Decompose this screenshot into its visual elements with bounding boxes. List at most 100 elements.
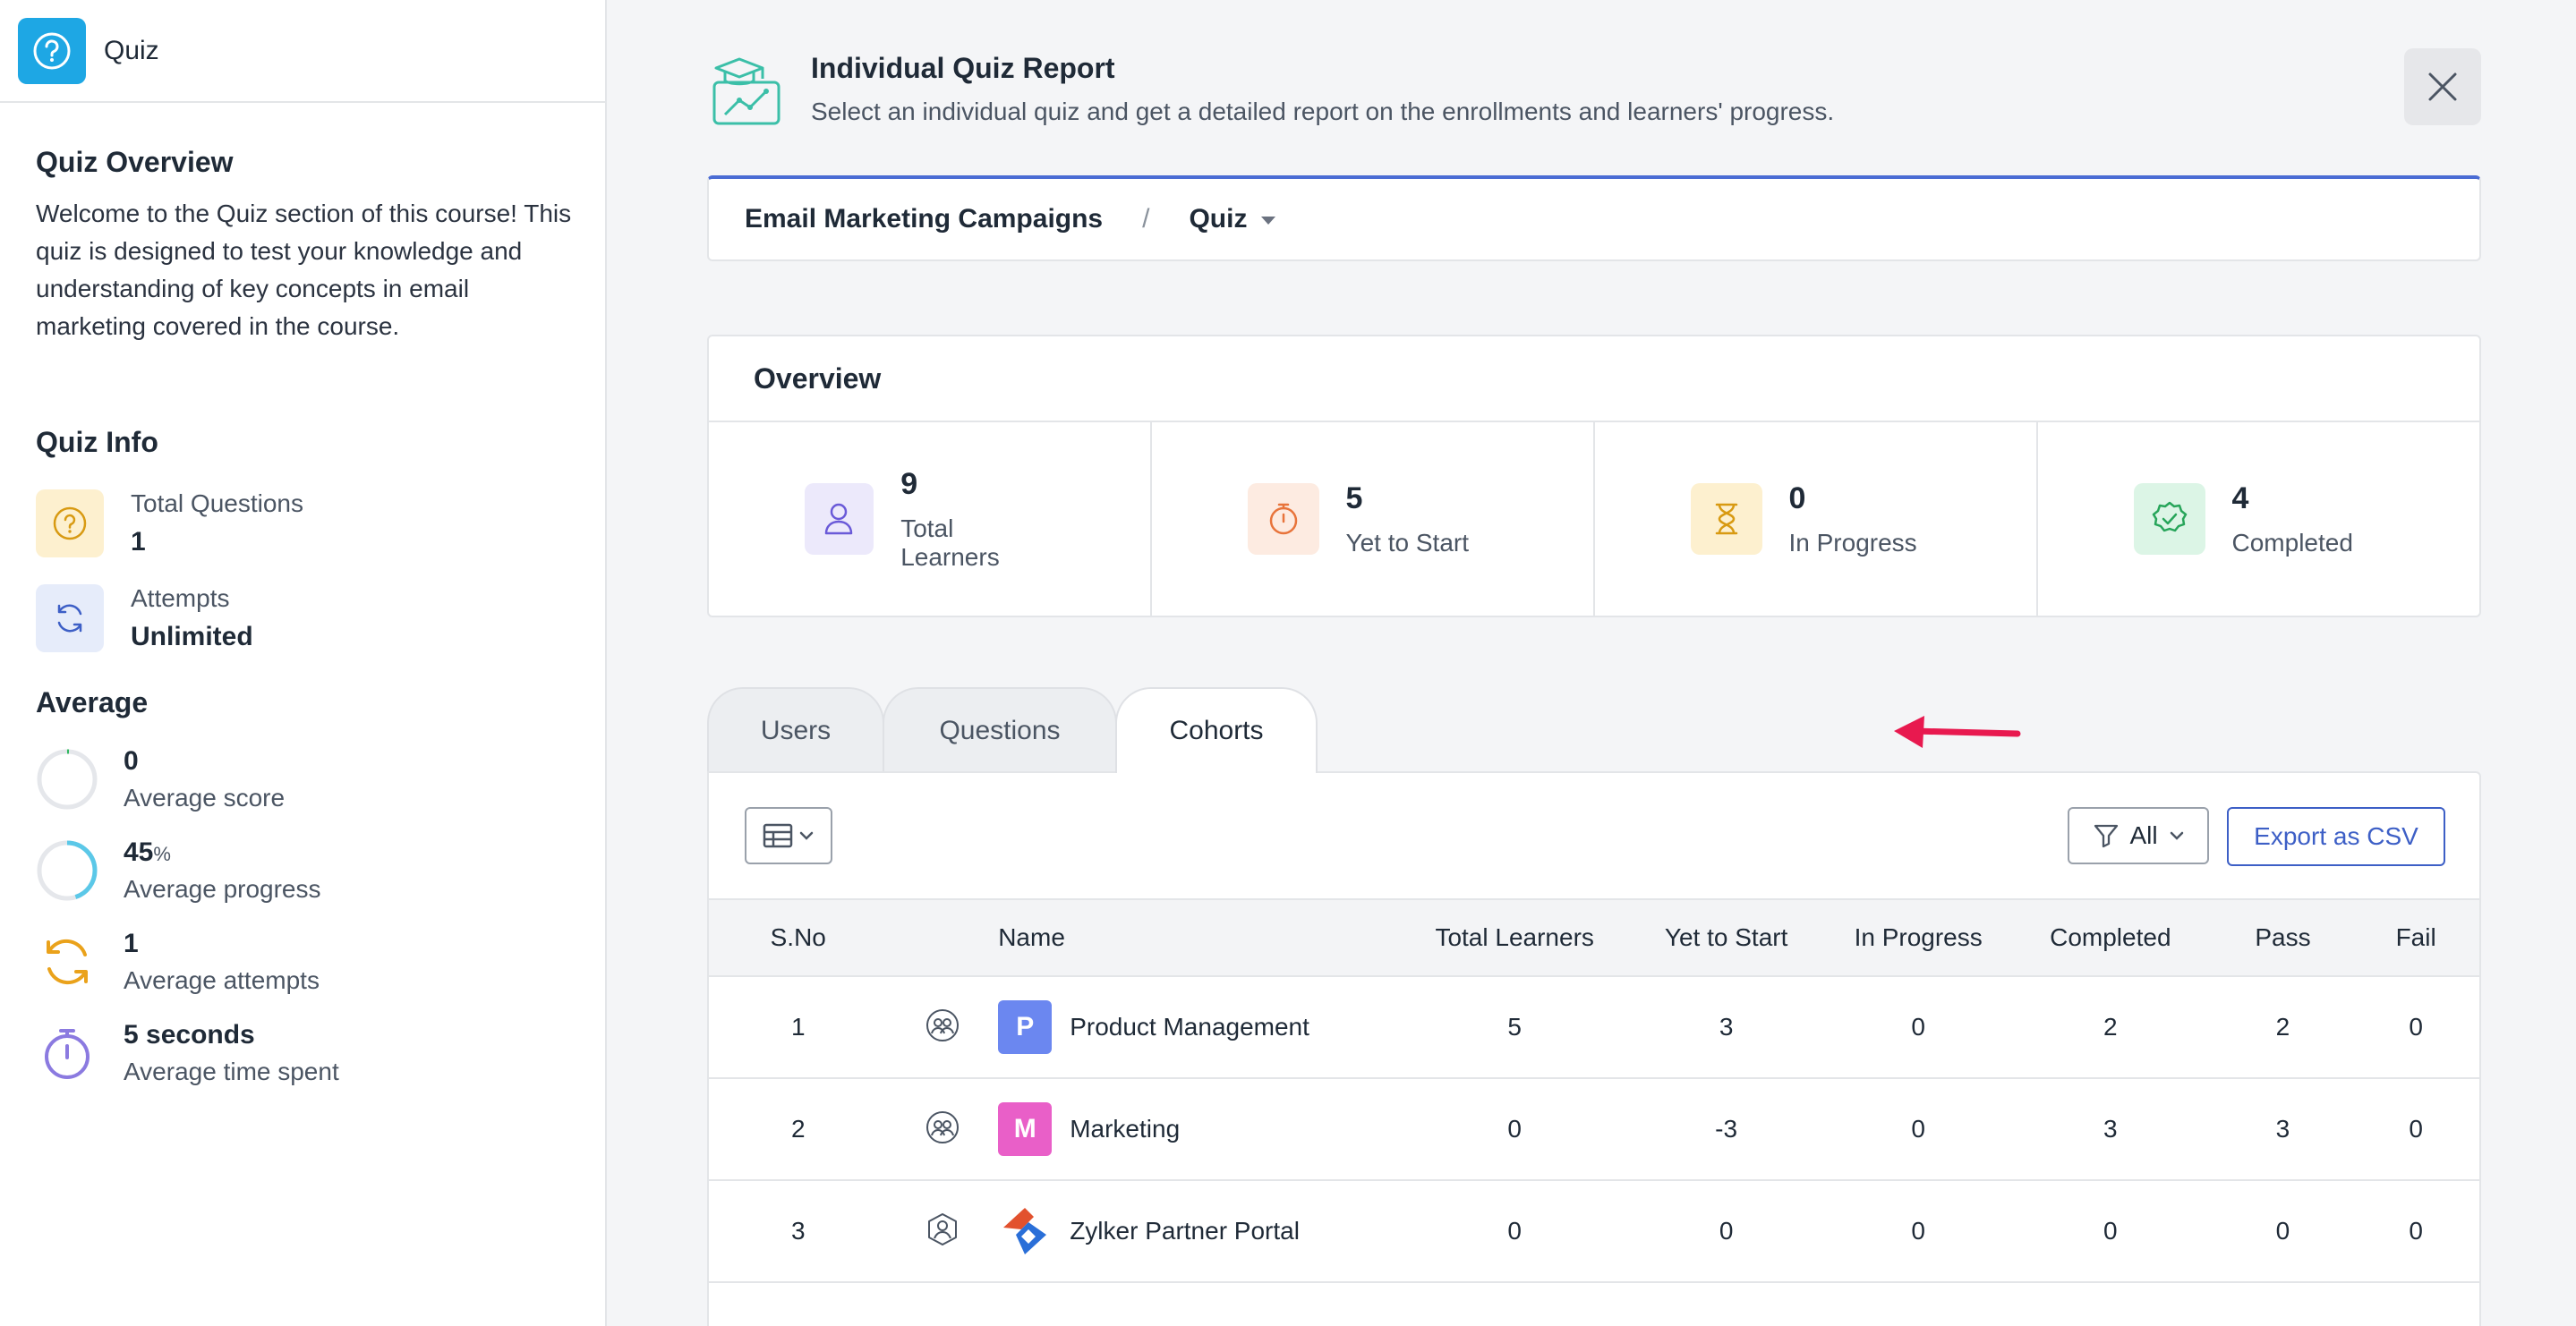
- cell-type: [887, 976, 999, 1079]
- export-csv-button[interactable]: Export as CSV: [2227, 807, 2445, 866]
- overview-title: Overview: [709, 336, 2479, 422]
- breadcrumb-current: Quiz: [1189, 204, 1248, 234]
- badge-check-icon: [2133, 483, 2205, 555]
- report-subtitle: Select an individual quiz and get a deta…: [811, 98, 1835, 125]
- table-row[interactable]: 2 M Marketing 0 -3 0 3 3 0: [709, 1078, 2479, 1181]
- average-time-spent: 5 seconds Average time spent: [36, 1020, 569, 1086]
- stat-value: 9: [900, 466, 918, 501]
- score-ring-icon: [36, 748, 98, 811]
- cohort-name[interactable]: Product Management: [1070, 1013, 1309, 1041]
- filter-dropdown[interactable]: All: [2068, 807, 2209, 864]
- main-panel: Individual Quiz Report Select an individ…: [609, 0, 2576, 1326]
- group-icon: [923, 1006, 962, 1045]
- stat-completed: 4 Completed: [2038, 422, 2479, 616]
- cell-yet-to-start: 0: [1623, 1180, 1830, 1283]
- cohorts-table-card: All Export as CSV S.No Name Total Learne…: [707, 771, 2481, 1326]
- cell-yet-to-start: 3: [1623, 976, 1830, 1079]
- cell-name: M Marketing: [998, 1078, 1406, 1181]
- cell-total-learners: 0: [1405, 1180, 1624, 1283]
- stat-label: Total Learners: [900, 514, 1000, 571]
- cell-total-learners: 0: [1405, 1078, 1624, 1181]
- cell-name: P Product Management: [998, 976, 1406, 1079]
- stopwatch-icon: [36, 1022, 98, 1084]
- cohort-name[interactable]: Marketing: [1070, 1115, 1180, 1143]
- quiz-overview-title: Quiz Overview: [36, 146, 234, 178]
- avg-label: Average progress: [124, 875, 321, 903]
- quiz-overview-description: Welcome to the Quiz section of this cour…: [36, 200, 572, 340]
- cohort-avatar: M: [998, 1102, 1053, 1156]
- close-button[interactable]: [2404, 48, 2481, 125]
- filter-icon: [2094, 824, 2119, 848]
- chevron-down-icon: [2170, 831, 2183, 840]
- info-total-questions: Total Questions 1: [36, 489, 569, 557]
- quiz-app-icon: [18, 17, 86, 84]
- close-icon: [2428, 72, 2457, 101]
- avg-label: Average score: [124, 784, 286, 812]
- breadcrumb-separator: /: [1142, 204, 1150, 234]
- col-sno: S.No: [709, 898, 888, 977]
- breadcrumb-quiz-dropdown[interactable]: Quiz: [1189, 204, 1276, 234]
- stat-yet-to-start: 5 Yet to Start: [1152, 422, 1595, 616]
- cell-in-progress: 0: [1829, 1078, 2008, 1181]
- cell-pass: 2: [2213, 976, 2353, 1079]
- avg-value: 45: [124, 837, 154, 867]
- table-toolbar: All Export as CSV: [709, 773, 2479, 898]
- progress-ring-icon: [36, 839, 98, 902]
- sidebar-header: Quiz: [0, 0, 605, 103]
- avg-label: Average time spent: [124, 1058, 339, 1085]
- average-progress: 45% Average progress: [36, 837, 569, 904]
- breadcrumb-course[interactable]: Email Marketing Campaigns: [745, 204, 1103, 234]
- group-icon: [923, 1108, 962, 1147]
- cell-completed: 0: [2007, 1180, 2213, 1283]
- table-view-toggle[interactable]: [745, 807, 832, 864]
- cohort-avatar: P: [998, 1000, 1053, 1054]
- breadcrumb: Email Marketing Campaigns / Quiz: [707, 175, 2481, 261]
- tab-questions[interactable]: Questions: [883, 687, 1117, 773]
- cohort-name[interactable]: Zylker Partner Portal: [1070, 1217, 1300, 1245]
- stat-value: 5: [1345, 480, 1363, 515]
- info-label: Attempts: [131, 584, 230, 612]
- attempts-icon: [36, 931, 98, 993]
- stat-label: Completed: [2231, 528, 2353, 557]
- table-header-row: S.No Name Total Learners Yet to Start In…: [709, 898, 2479, 977]
- average-attempts: 1 Average attempts: [36, 929, 569, 995]
- avg-value: 0: [124, 746, 139, 776]
- cell-type: [887, 1180, 999, 1283]
- overview-card: Overview 9 Total Learners 5 Yet to Start…: [707, 335, 2481, 617]
- col-fail: Fail: [2352, 898, 2479, 977]
- user-icon: [804, 483, 874, 555]
- cell-in-progress: 0: [1829, 976, 2008, 1079]
- cell-pass: 0: [2213, 1180, 2353, 1283]
- report-analytics-icon: [707, 48, 788, 129]
- cell-completed: 3: [2007, 1078, 2213, 1181]
- stat-value: 0: [1788, 480, 1806, 515]
- cell-fail: 0: [2352, 1180, 2479, 1283]
- sidebar: Quiz Quiz Overview Welcome to the Quiz s…: [0, 0, 607, 1326]
- col-name: Name: [998, 898, 1406, 977]
- table-row[interactable]: 3 Zylker Partner Portal 0 0 0 0 0 0: [709, 1180, 2479, 1283]
- stat-in-progress: 0 In Progress: [1595, 422, 2038, 616]
- table-icon: [763, 823, 793, 848]
- average-score: 0 Average score: [36, 746, 569, 812]
- hexagon-user-icon: [923, 1210, 962, 1249]
- hourglass-icon: [1690, 483, 1762, 555]
- tab-users[interactable]: Users: [707, 687, 884, 773]
- report-title: Individual Quiz Report: [811, 52, 1115, 84]
- tab-cohorts[interactable]: Cohorts: [1115, 687, 1318, 773]
- col-pass: Pass: [2213, 898, 2353, 977]
- cell-sno: 2: [709, 1078, 888, 1181]
- info-attempts: Attempts Unlimited: [36, 584, 569, 652]
- cell-fail: 0: [2352, 976, 2479, 1079]
- info-value: Unlimited: [131, 622, 253, 651]
- cell-sno: 1: [709, 976, 888, 1079]
- zylker-logo-icon: [998, 1204, 1052, 1258]
- average-title: Average: [36, 686, 149, 718]
- col-yet-to-start: Yet to Start: [1623, 898, 1830, 977]
- cell-completed: 2: [2007, 976, 2213, 1079]
- table-row[interactable]: 1 P Product Management 5 3 0 2 2 0: [709, 976, 2479, 1079]
- chevron-down-icon: [799, 831, 814, 840]
- col-in-progress: In Progress: [1829, 898, 2008, 977]
- info-label: Total Questions: [131, 489, 303, 517]
- cell-name: Zylker Partner Portal: [998, 1180, 1406, 1283]
- info-value: 1: [131, 527, 146, 557]
